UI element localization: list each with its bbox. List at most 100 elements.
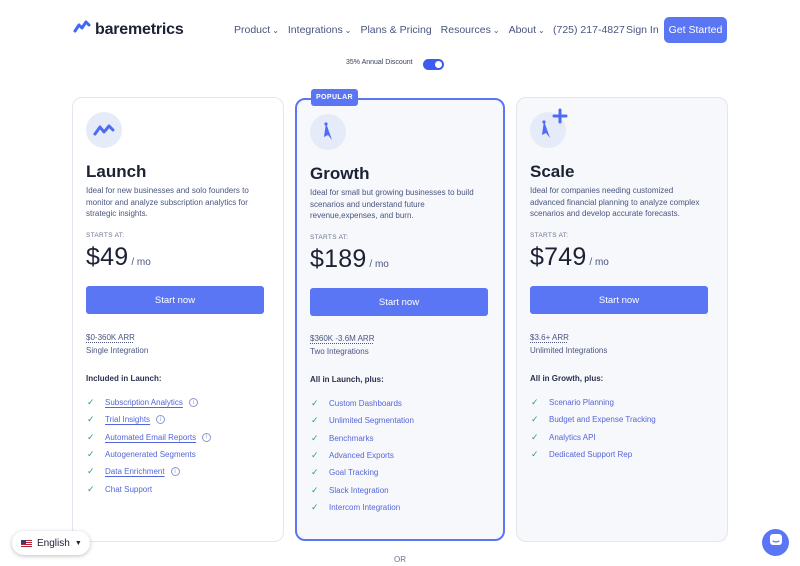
nav-integrations-label: Integrations: [287, 24, 343, 36]
feature-label: Goal Tracking: [329, 468, 379, 478]
info-icon[interactable]: i: [170, 467, 180, 477]
feature-link[interactable]: Trial Insights: [105, 415, 150, 424]
info-icon[interactable]: i: [156, 415, 166, 425]
feature-label: Chat Support: [105, 484, 153, 494]
site-header: baremetrics Product ⌄ Integrations ⌄ Pla…: [0, 0, 800, 60]
nav-product[interactable]: Product ⌄: [234, 24, 279, 36]
starts-at-label: STARTS AT:: [310, 234, 349, 241]
integrations-scale: Unlimited Integrations: [530, 346, 608, 355]
nav-about[interactable]: About ⌄: [509, 24, 545, 36]
check-icon: ✓: [87, 466, 95, 477]
check-icon: ✓: [531, 414, 539, 425]
chevron-down-icon: ⌄: [538, 25, 545, 35]
price-value: 189: [324, 245, 367, 273]
start-now-button-growth[interactable]: Start now: [310, 288, 488, 316]
price-period: / mo: [369, 259, 389, 270]
brand-name: baremetrics: [95, 20, 184, 38]
price-currency: $: [310, 245, 325, 273]
check-icon: ✓: [311, 398, 319, 409]
language-label: English: [37, 537, 70, 549]
brand-logo[interactable]: baremetrics: [73, 19, 184, 40]
arr-range-launch[interactable]: $0-360K ARR: [86, 333, 135, 342]
feature-label: Scenario Planning: [549, 398, 614, 408]
feature-link[interactable]: Subscription Analytics: [105, 398, 183, 407]
or-divider-text: OR: [394, 555, 406, 564]
check-icon: ✓: [531, 397, 539, 408]
feature-label: Budget and Expense Tracking: [549, 415, 656, 425]
check-icon: ✓: [87, 414, 95, 425]
plan-name-scale: Scale: [530, 162, 575, 181]
nav-plans-pricing[interactable]: Plans & Pricing: [360, 24, 431, 36]
info-icon[interactable]: i: [202, 432, 212, 442]
plan-name-growth: Growth: [310, 164, 370, 183]
info-icon[interactable]: i: [188, 398, 198, 408]
plan-description-scale: Ideal for companies needing customized a…: [530, 186, 700, 218]
price-value: 49: [100, 243, 129, 271]
feature-label: Benchmarks: [329, 433, 374, 443]
feature-label: Slack Integration: [329, 485, 389, 495]
check-icon: ✓: [311, 432, 319, 443]
plan-description-launch: Ideal for new businesses and solo founde…: [86, 186, 249, 218]
phone-link[interactable]: (725) 217-4827: [553, 24, 625, 36]
check-icon: ✓: [87, 397, 95, 408]
feature-label: Analytics API: [549, 432, 596, 442]
feature-link[interactable]: Data Enrichment: [105, 467, 165, 476]
feature-link[interactable]: Automated Email Reports: [105, 433, 196, 442]
get-started-button[interactable]: Get Started: [664, 17, 727, 43]
chevron-down-icon: ⌄: [272, 25, 279, 35]
nav-resources[interactable]: Resources ⌄: [441, 24, 500, 36]
check-icon: ✓: [87, 449, 95, 460]
price-period: / mo: [589, 257, 609, 268]
price-currency: $: [86, 243, 101, 271]
check-icon: ✓: [311, 484, 319, 495]
integrations-growth: Two Integrations: [310, 347, 369, 356]
check-icon: ✓: [531, 431, 539, 442]
included-title-growth: All in Launch, plus:: [310, 375, 384, 384]
plan-description-growth: Ideal for small but growing businesses t…: [310, 188, 474, 220]
chevron-down-icon: ⌄: [344, 25, 352, 35]
list-item: ✓ Subscription Analytics i: [87, 394, 211, 411]
nav-resources-label: Resources: [440, 24, 491, 36]
list-item: ✓ Scenario Planning: [531, 394, 656, 411]
price-period: / mo: [131, 257, 151, 268]
arr-range-scale[interactable]: $3.6+ ARR: [530, 333, 569, 342]
chat-icon: [769, 533, 783, 552]
check-icon: ✓: [87, 483, 95, 494]
list-item: ✓ Dedicated Support Rep: [531, 446, 656, 463]
chat-launcher-button[interactable]: [762, 529, 789, 556]
check-icon: ✓: [311, 467, 319, 478]
language-selector[interactable]: English ▼: [12, 531, 90, 555]
plan-name-launch: Launch: [86, 162, 147, 181]
compass-icon: [310, 114, 346, 150]
price-scale: $ 749 / mo: [530, 243, 609, 272]
list-item: ✓ Data Enrichment i: [87, 463, 211, 480]
feature-label: Unlimited Segmentation: [329, 416, 414, 426]
list-item: ✓ Benchmarks: [311, 430, 414, 447]
start-now-button-scale[interactable]: Start now: [530, 286, 708, 314]
arr-range-growth[interactable]: $360K -3.6M ARR: [310, 334, 374, 343]
feature-label: Advanced Exports: [329, 451, 394, 461]
sign-in-link[interactable]: Sign In: [626, 24, 659, 36]
main-nav: Product ⌄ Integrations ⌄ Plans & Pricing…: [234, 24, 554, 36]
feature-list-launch: ✓ Subscription Analytics i ✓ Trial Insig…: [87, 394, 212, 498]
nav-product-label: Product: [234, 24, 271, 36]
price-launch: $ 49 / mo: [86, 243, 151, 272]
toggle-knob: [435, 61, 442, 68]
nav-integrations[interactable]: Integrations ⌄: [288, 24, 352, 36]
popular-badge: POPULAR: [311, 89, 358, 106]
chevron-down-icon: ⌄: [492, 25, 500, 35]
list-item: ✓ Slack Integration: [311, 481, 414, 498]
list-item: ✓ Analytics API: [531, 429, 656, 446]
check-icon: ✓: [87, 431, 95, 442]
nav-about-label: About: [508, 24, 537, 36]
feature-list-growth: ✓ Custom Dashboards ✓ Unlimited Segmentati…: [311, 395, 414, 516]
list-item: ✓ Autogenerated Segments: [87, 446, 211, 463]
list-item: ✓ Advanced Exports: [311, 447, 414, 464]
included-title-launch: Included in Launch:: [86, 374, 162, 383]
feature-label: Dedicated Support Rep: [549, 450, 633, 460]
us-flag-icon: [21, 539, 32, 547]
annual-discount-toggle[interactable]: [423, 59, 444, 70]
start-now-button-launch[interactable]: Start now: [86, 286, 264, 314]
list-item: ✓ Automated Email Reports i: [87, 429, 212, 446]
list-item: ✓ Unlimited Segmentation: [311, 412, 414, 429]
